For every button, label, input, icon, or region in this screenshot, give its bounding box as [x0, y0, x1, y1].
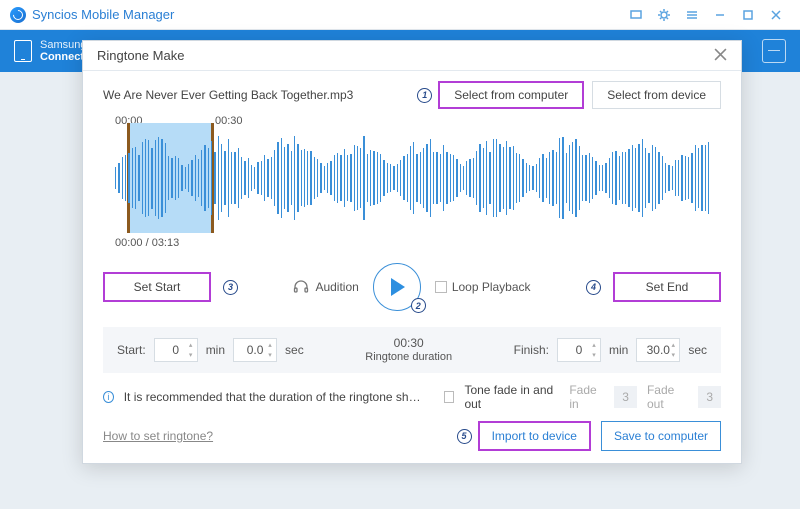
play-icon [391, 278, 405, 296]
set-start-button[interactable]: Set Start [103, 272, 211, 302]
waveform-area[interactable]: 00:00 00:30 00:00 / 03:13 [103, 123, 721, 233]
waveform-bars [115, 123, 709, 233]
step-1-badge: 1 [417, 88, 432, 103]
import-to-device-button[interactable]: Import to device [478, 421, 591, 451]
finish-label: Finish: [514, 343, 549, 357]
loop-label: Loop Playback [452, 280, 531, 294]
select-from-device-button[interactable]: Select from device [592, 81, 721, 109]
finish-sec-input[interactable]: 30.0▴▾ [636, 338, 680, 362]
menu-icon[interactable] [678, 5, 706, 25]
modal-close-button[interactable] [714, 48, 727, 64]
tone-fade-checkbox[interactable] [444, 391, 455, 403]
duration-value: 00:30 [312, 336, 506, 350]
fade-row: i It is recommended that the duration of… [103, 383, 721, 411]
modal-title: Ringtone Make [97, 48, 184, 63]
audition-label: Audition [315, 280, 358, 294]
modal-header: Ringtone Make [83, 41, 741, 71]
set-end-button[interactable]: Set End [613, 272, 721, 302]
sec-unit: sec [285, 343, 304, 357]
start-min-input[interactable]: 0▴▾ [154, 338, 198, 362]
ringtone-modal: Ringtone Make We Are Never Ever Getting … [82, 40, 742, 464]
play-button[interactable]: 2 [373, 263, 421, 311]
info-icon: i [103, 391, 114, 403]
cast-icon[interactable] [622, 5, 650, 25]
start-sec-input[interactable]: 0.0▴▾ [233, 338, 277, 362]
app-logo-icon [10, 7, 26, 23]
duration-label: Ringtone duration [312, 351, 506, 364]
playback-position: 00:00 / 03:13 [115, 237, 179, 249]
close-icon[interactable] [762, 5, 790, 25]
select-from-computer-button[interactable]: Select from computer [438, 81, 584, 109]
minimize-icon[interactable] [706, 5, 734, 25]
device-status: Connect [40, 51, 86, 63]
sec-unit-2: sec [688, 343, 707, 357]
step-3-badge: 3 [223, 280, 238, 295]
checkbox-icon [435, 281, 447, 293]
toolbox-icon[interactable] [762, 39, 786, 63]
min-unit: min [206, 343, 225, 357]
step-5-badge: 5 [457, 429, 472, 444]
app-titlebar: Syncios Mobile Manager [0, 0, 800, 30]
loop-playback-checkbox[interactable]: Loop Playback [435, 280, 531, 294]
time-range-panel: Start: 0▴▾ min 0.0▴▾ sec 00:30 Ringtone … [103, 327, 721, 373]
step-4-badge: 4 [586, 280, 601, 295]
fade-in-label: Fade in [569, 383, 604, 411]
app-title: Syncios Mobile Manager [32, 7, 174, 22]
headphone-icon [293, 279, 309, 295]
recommendation-text: It is recommended that the duration of t… [124, 390, 424, 404]
how-to-link[interactable]: How to set ringtone? [103, 429, 213, 443]
fade-out-label: Fade out [647, 383, 688, 411]
fade-out-value[interactable]: 3 [698, 386, 721, 408]
min-unit-2: min [609, 343, 628, 357]
step-2-badge: 2 [411, 298, 426, 313]
device-name: Samsung [40, 39, 86, 51]
current-filename: We Are Never Ever Getting Back Together.… [103, 88, 417, 102]
save-to-computer-button[interactable]: Save to computer [601, 421, 721, 451]
phone-icon [14, 40, 32, 62]
gear-icon[interactable] [650, 5, 678, 25]
maximize-icon[interactable] [734, 5, 762, 25]
fade-in-value[interactable]: 3 [614, 386, 637, 408]
tone-fade-label: Tone fade in and out [464, 383, 559, 411]
audition-button[interactable]: Audition [293, 279, 358, 295]
finish-min-input[interactable]: 0▴▾ [557, 338, 601, 362]
start-label: Start: [117, 343, 146, 357]
